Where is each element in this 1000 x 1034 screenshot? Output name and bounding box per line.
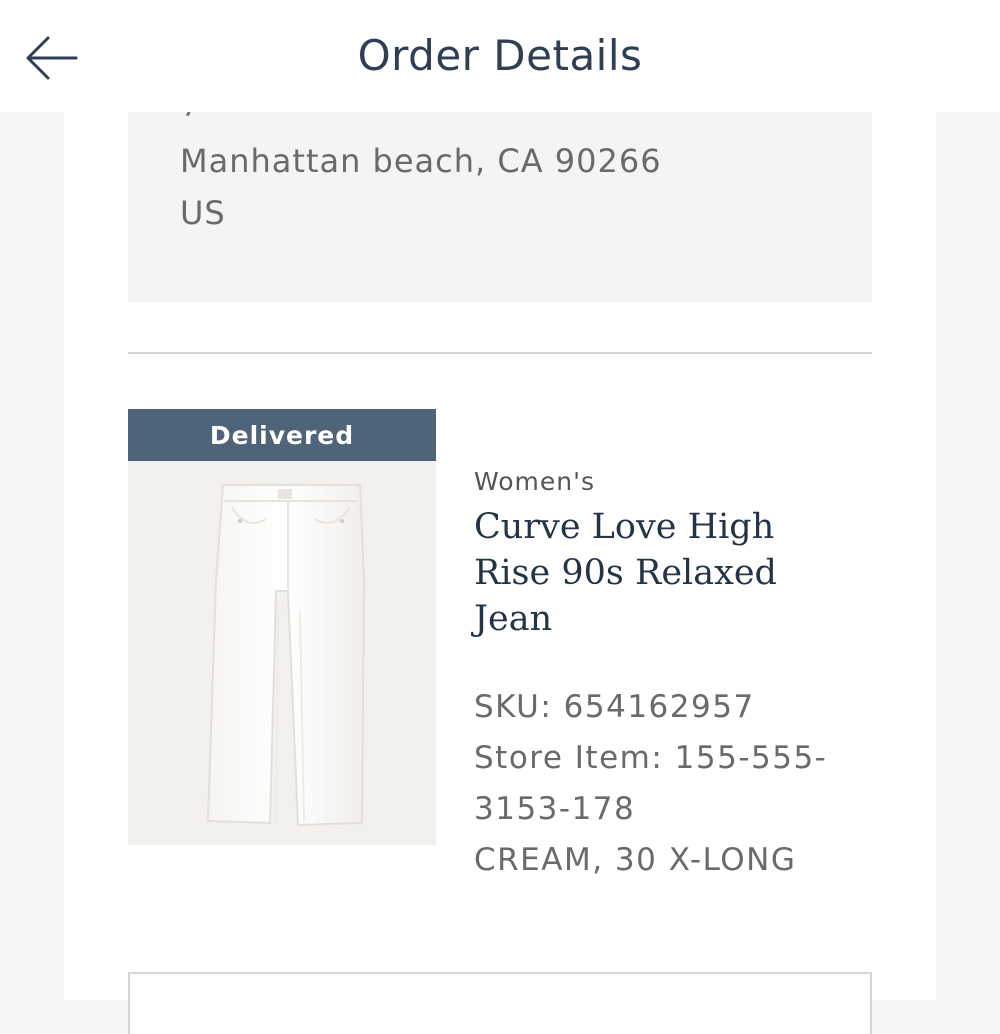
product-name-line: Curve Love High — [474, 507, 775, 547]
jeans-image — [206, 484, 366, 827]
store-item-line: Store Item: 155-555- — [474, 740, 828, 776]
section-divider — [128, 352, 872, 354]
product-category: Women's — [474, 467, 596, 496]
product-name-line: Jean — [474, 599, 553, 639]
product-name[interactable]: Curve Love High Rise 90s Relaxed Jean — [474, 504, 794, 642]
order-card: 7 Manhattan beach, CA 90266 US Delivered — [64, 86, 936, 1034]
status-badge: Delivered — [128, 409, 436, 461]
store-item-line: 3153-178 — [474, 791, 636, 827]
product-sku: SKU: 654162957 — [474, 689, 755, 725]
shipping-address-box: 7 Manhattan beach, CA 90266 US — [128, 86, 872, 302]
product-variant: CREAM, 30 X-LONG — [474, 842, 797, 878]
address-country: US — [180, 194, 226, 232]
top-bar: Order Details — [0, 0, 1000, 112]
product-info: Women's Curve Love High Rise 90s Relaxed… — [474, 462, 894, 886]
next-section-box — [128, 972, 872, 1034]
product-image[interactable]: Delivered — [128, 409, 436, 845]
address-city-line: Manhattan beach, CA 90266 — [180, 142, 662, 180]
page-title: Order Details — [357, 31, 643, 80]
product-name-line: Rise 90s Relaxed — [474, 553, 777, 593]
